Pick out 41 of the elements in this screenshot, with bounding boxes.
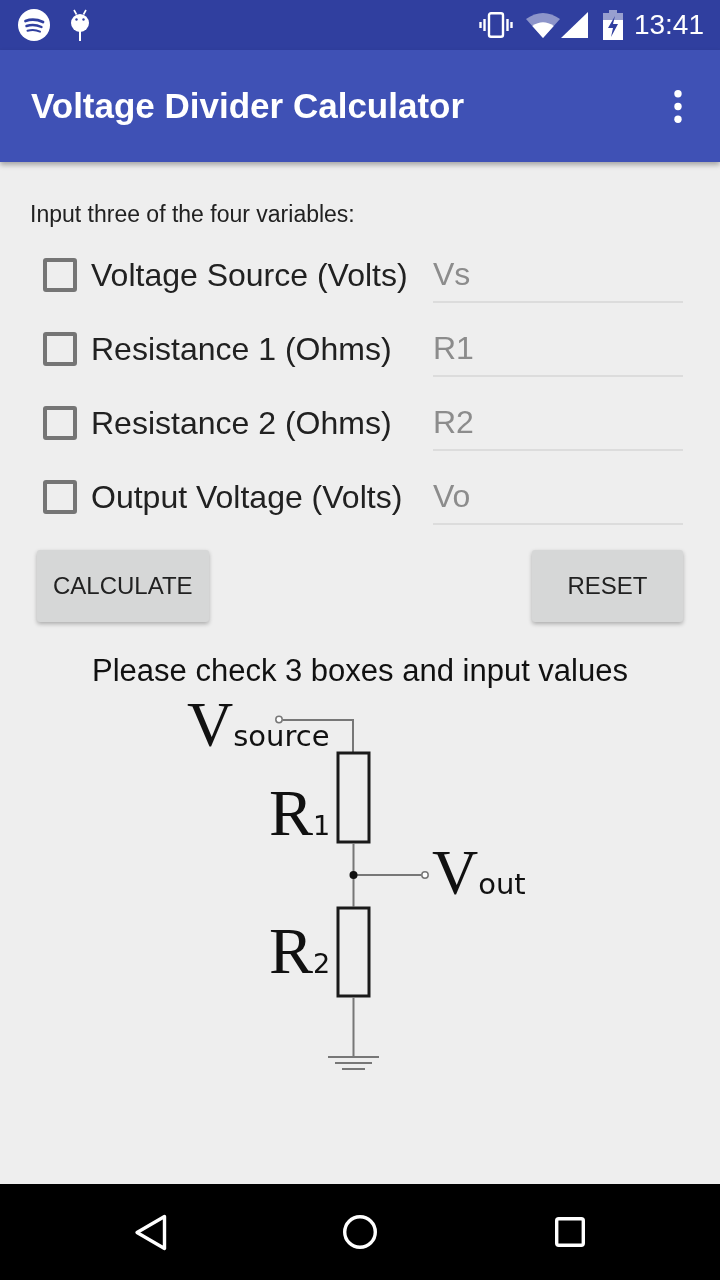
circuit-subscript: out [478, 873, 526, 897]
variable-label: Resistance 1 (Ohms) [91, 330, 392, 369]
input-field[interactable]: Vs [433, 247, 683, 303]
circuit-symbol: V [187, 693, 234, 757]
circuit-symbol: R [269, 780, 314, 846]
circuit-symbol: V [432, 841, 479, 905]
circuit-subscript: 1 [313, 815, 331, 837]
clock-time: 13:41 [633, 9, 704, 41]
instructions-text: Input three of the four variables: [30, 200, 356, 229]
variable-label: Voltage Source (Volts) [91, 256, 408, 295]
app-title: Voltage Divider Calculator [31, 85, 465, 127]
terminal-icon [421, 871, 429, 879]
action-button[interactable]: RESET [532, 550, 683, 622]
variable-label: Resistance 2 (Ohms) [91, 404, 392, 443]
junction-dot-icon [349, 871, 358, 879]
vibrate-icon [478, 12, 513, 38]
checkbox[interactable] [43, 332, 77, 366]
wifi-icon [525, 12, 560, 38]
wire [352, 996, 355, 1057]
checkbox[interactable] [43, 406, 77, 440]
action-button[interactable]: CALCULATE [37, 550, 209, 622]
terminal-icon [275, 715, 283, 724]
waves-circle-icon [18, 9, 50, 41]
more-options-icon[interactable] [674, 89, 682, 123]
circuit-subscript: 2 [313, 953, 331, 975]
status-message: Please check 3 boxes and input values [91, 652, 629, 690]
battery-charging-icon [602, 10, 623, 40]
variable-label: Output Voltage (Volts) [91, 478, 403, 517]
home-icon[interactable] [343, 1215, 377, 1249]
circuit-symbol: R [269, 918, 314, 984]
ground-icon [327, 1056, 380, 1070]
checkbox[interactable] [43, 480, 77, 514]
back-icon[interactable] [133, 1213, 167, 1251]
recents-icon[interactable] [555, 1217, 585, 1247]
checkbox[interactable] [43, 258, 77, 292]
input-field[interactable]: Vo [433, 469, 683, 525]
input-field[interactable]: R1 [433, 321, 683, 377]
robot-icon [70, 9, 90, 41]
input-field[interactable]: R2 [433, 395, 683, 451]
signal-icon [560, 12, 588, 38]
circuit-subscript: source [233, 725, 330, 749]
